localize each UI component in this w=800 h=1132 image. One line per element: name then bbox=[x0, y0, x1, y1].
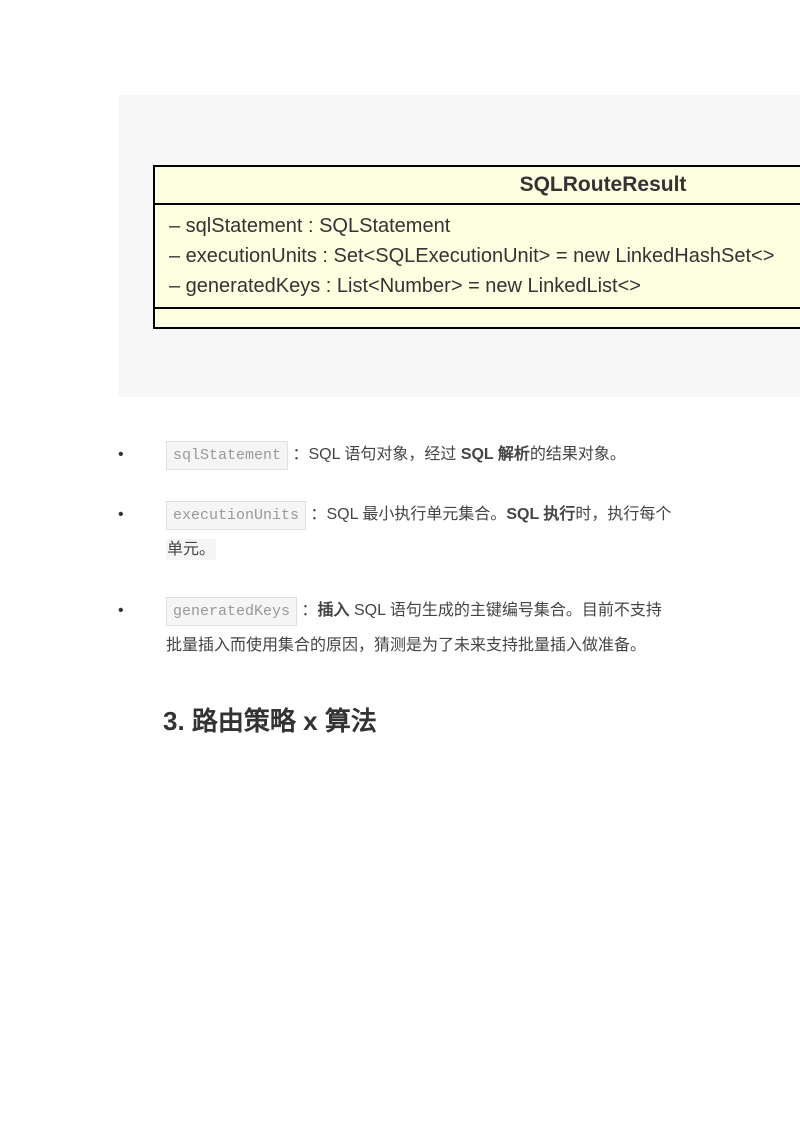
text: ： bbox=[301, 602, 317, 619]
text: 时，执行每个 bbox=[575, 506, 671, 523]
uml-class-fields: – sqlStatement : SQLStatement – executio… bbox=[155, 205, 800, 309]
text: SQL 语句生成的主键编号集合。目前不支持 bbox=[354, 602, 662, 619]
content-area: sqlStatement ：SQL 语句对象，经过 SQL 解析的结果对象。 e… bbox=[0, 437, 800, 738]
list-item: generatedKeys ：插入 SQL 语句生成的主键编号集合。目前不支持 … bbox=[118, 593, 682, 663]
section-heading: 3. 路由策略 x 算法 bbox=[118, 701, 682, 738]
bold-text: SQL 执行 bbox=[506, 506, 575, 523]
uml-diagram-container: SQLRouteResult – sqlStatement : SQLState… bbox=[118, 95, 800, 397]
uml-class-box: SQLRouteResult – sqlStatement : SQLState… bbox=[153, 165, 800, 329]
code-token: sqlStatement bbox=[166, 441, 288, 470]
list-item: executionUnits ：SQL 最小执行单元集合。SQL 执行时，执行每… bbox=[118, 497, 682, 567]
uml-field: – executionUnits : Set<SQLExecutionUnit>… bbox=[169, 241, 800, 271]
uml-class-name: SQLRouteResult bbox=[155, 167, 800, 205]
bold-text: SQL 解析 bbox=[461, 446, 530, 463]
code-token: generatedKeys bbox=[166, 597, 297, 626]
text: ：SQL 最小执行单元集合。 bbox=[310, 506, 506, 523]
text-continuation: 单元。 bbox=[166, 539, 216, 560]
list-item: sqlStatement ：SQL 语句对象，经过 SQL 解析的结果对象。 bbox=[118, 437, 682, 472]
uml-class-methods bbox=[155, 309, 800, 327]
text: 的结果对象。 bbox=[530, 446, 626, 463]
code-token: executionUnits bbox=[166, 501, 306, 530]
description-list: sqlStatement ：SQL 语句对象，经过 SQL 解析的结果对象。 e… bbox=[118, 437, 682, 663]
uml-field: – sqlStatement : SQLStatement bbox=[169, 211, 800, 241]
uml-field: – generatedKeys : List<Number> = new Lin… bbox=[169, 271, 800, 301]
bold-text: 插入 bbox=[318, 602, 354, 619]
text: ：SQL 语句对象，经过 bbox=[292, 446, 460, 463]
text-continuation: 批量插入而使用集合的原因，猜测是为了未来支持批量插入做准备。 bbox=[166, 637, 646, 654]
